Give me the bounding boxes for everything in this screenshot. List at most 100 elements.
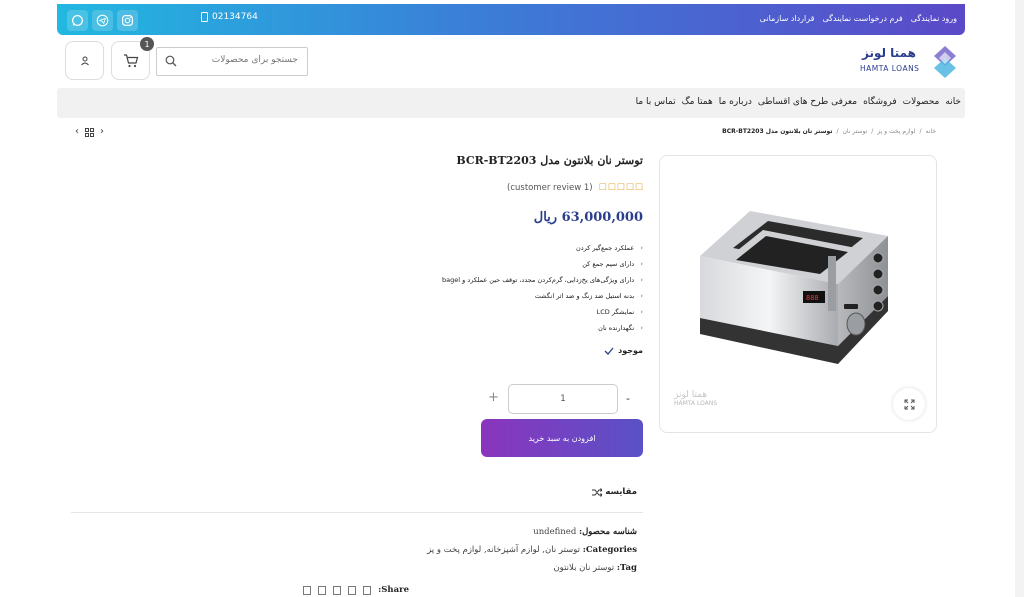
search-input[interactable]: جستجو برای محصولات bbox=[156, 47, 308, 76]
breadcrumb-home[interactable]: خانه bbox=[926, 128, 936, 135]
main-navigation: خانه محصولات فروشگاه معرفی طرح های اقساط… bbox=[57, 88, 965, 118]
product-price: 63,000,000 ریال bbox=[533, 210, 643, 225]
feature-text: نگهدارنده نان bbox=[598, 324, 635, 332]
chevron-left-icon[interactable]: ‹ bbox=[75, 126, 79, 137]
breadcrumb-current: توستر نان بلانتون مدل BCR-BT2203 bbox=[722, 128, 833, 135]
add-to-cart-button[interactable]: افزودن به سبد خرید bbox=[481, 419, 643, 457]
site-logo[interactable]: همتا لونز HAMTA LOANS bbox=[858, 44, 958, 80]
feature-text: عملکرد جمع‌گیر کردن bbox=[575, 244, 635, 252]
cart-button[interactable]: 1 bbox=[111, 37, 154, 80]
facebook-share-icon[interactable] bbox=[363, 585, 372, 595]
review-count-link[interactable]: (customer review 1) bbox=[507, 183, 593, 193]
feature-item: ‹ دارای سیم جمع کن bbox=[442, 256, 643, 272]
feature-item: ‹ نگهدارنده نان bbox=[442, 320, 643, 336]
feature-text: بدنه استیل ضد زنگ و ضد اثر انگشت bbox=[534, 292, 635, 300]
nav-item-shop[interactable]: فروشگاه bbox=[863, 97, 897, 107]
search-placeholder: جستجو برای محصولات bbox=[211, 55, 298, 65]
account-button[interactable] bbox=[65, 41, 104, 80]
feature-item: ‹ بدنه استیل ضد زنگ و ضد اثر انگشت bbox=[442, 288, 643, 304]
quantity-decrease-button[interactable]: - bbox=[626, 392, 630, 405]
nav-item-contact[interactable]: تماس با ما bbox=[636, 97, 676, 107]
feature-item: ‹ دارای ویژگی‌های یخ‌زدایی، گرم‌کردن مجدد… bbox=[442, 272, 643, 288]
breadcrumb-cooking[interactable]: لوازم پخت و پز bbox=[877, 128, 915, 135]
tag-value[interactable]: توستر نان بلانتون bbox=[553, 563, 614, 573]
breadcrumb: خانه / لوازم پخت و پز / توستر نان / توستر ن… bbox=[722, 128, 936, 135]
watermark-text: HAMTA LOANS bbox=[674, 400, 718, 407]
twitter-share-icon[interactable] bbox=[348, 585, 357, 595]
shuffle-icon bbox=[592, 487, 603, 497]
compare-button[interactable]: مقایسه bbox=[592, 487, 637, 497]
share-row: Share: bbox=[303, 585, 409, 595]
quantity-input[interactable]: 1 bbox=[508, 384, 618, 414]
agent-login-link[interactable]: ورود نمایندگی bbox=[911, 14, 957, 23]
sku-label: شناسه محصول: bbox=[578, 527, 637, 537]
search-icon[interactable] bbox=[165, 55, 177, 67]
tag-label: Tag: bbox=[616, 563, 637, 573]
divider bbox=[71, 512, 643, 513]
star-rating: ☐☐☐☐☐ bbox=[598, 183, 643, 193]
cart-icon bbox=[123, 53, 138, 67]
telegram-icon[interactable] bbox=[92, 10, 113, 31]
linkedin-share-icon[interactable] bbox=[318, 585, 327, 595]
top-bar: 02134764 ورود نمایندگی فرم درخواست نماین… bbox=[57, 4, 965, 35]
pinterest-share-icon[interactable] bbox=[333, 585, 342, 595]
chevron-icon: ‹ bbox=[640, 260, 643, 268]
stock-text: موجود bbox=[618, 346, 643, 355]
feature-text: نمایشگر LCD bbox=[596, 308, 635, 316]
chevron-icon: ‹ bbox=[640, 244, 643, 252]
logo-subtext: HAMTA LOANS bbox=[860, 64, 920, 73]
instagram-icon[interactable] bbox=[117, 10, 138, 31]
scrollbar[interactable] bbox=[1015, 0, 1024, 597]
chevron-right-icon[interactable]: › bbox=[100, 126, 104, 137]
phone-icon bbox=[201, 12, 208, 22]
feature-item: ‹ عملکرد جمع‌گیر کردن bbox=[442, 240, 643, 256]
phone-number[interactable]: 02134764 bbox=[201, 12, 258, 22]
sku-value: undefined bbox=[533, 527, 577, 537]
product-title: توستر نان بلانتون مدل BCR-BT2203 bbox=[456, 154, 643, 167]
svg-text:888: 888 bbox=[806, 294, 819, 302]
product-image[interactable]: 888 bbox=[688, 196, 918, 386]
categories-label: Categories: bbox=[582, 545, 637, 555]
nav-item-products[interactable]: محصولات bbox=[903, 97, 940, 107]
product-navigation: ‹ › bbox=[75, 126, 104, 137]
stock-status: موجود bbox=[604, 346, 643, 355]
phone-text: 02134764 bbox=[212, 12, 258, 22]
expand-icon bbox=[904, 399, 914, 409]
quantity-increase-button[interactable]: + bbox=[488, 390, 499, 405]
tag-row: Tag: توستر نان بلانتون bbox=[553, 563, 637, 573]
expand-image-button[interactable] bbox=[893, 388, 925, 420]
nav-item-about[interactable]: درباره ما bbox=[719, 97, 752, 107]
telegram-share-icon[interactable] bbox=[303, 585, 312, 595]
watermark-title: همتا لونز bbox=[674, 390, 708, 400]
breadcrumb-toaster[interactable]: توستر نان bbox=[843, 128, 868, 135]
star-icon: ☐ bbox=[634, 183, 643, 193]
user-icon bbox=[80, 56, 89, 65]
star-icon: ☐ bbox=[598, 183, 607, 193]
grid-icon[interactable] bbox=[85, 128, 94, 137]
star-icon: ☐ bbox=[616, 183, 625, 193]
product-rating: (customer review 1) ☐☐☐☐☐ bbox=[507, 183, 643, 193]
nav-item-home[interactable]: خانه bbox=[945, 97, 961, 107]
chevron-icon: ‹ bbox=[640, 308, 643, 316]
feature-text: دارای ویژگی‌های یخ‌زدایی، گرم‌کردن مجدد،… bbox=[442, 276, 635, 284]
whatsapp-icon[interactable] bbox=[67, 10, 88, 31]
chevron-icon: ‹ bbox=[640, 276, 643, 284]
top-links: ورود نمایندگی فرم درخواست نمایندگی قرارد… bbox=[760, 14, 957, 23]
agent-request-link[interactable]: فرم درخواست نمایندگی bbox=[823, 14, 903, 23]
categories-value[interactable]: توستر نان, لوازم آشپزخانه, لوازم پخت و پ… bbox=[427, 545, 580, 555]
star-icon: ☐ bbox=[607, 183, 616, 193]
logo-mark-icon bbox=[934, 46, 956, 78]
watermark-logo: همتا لونز HAMTA LOANS bbox=[674, 390, 717, 407]
nav-item-mag[interactable]: همتا مگ bbox=[682, 97, 713, 107]
sku-row: شناسه محصول: undefined bbox=[533, 527, 637, 537]
compare-label: مقایسه bbox=[605, 487, 637, 497]
nav-item-installment-plans[interactable]: معرفی طرح های اقساطی bbox=[758, 97, 857, 107]
corporate-contract-link[interactable]: قرارداد سازمانی bbox=[760, 14, 815, 23]
star-icon: ☐ bbox=[625, 183, 634, 193]
share-label: Share: bbox=[378, 585, 409, 595]
chevron-icon: ‹ bbox=[640, 324, 643, 332]
feature-item: ‹ نمایشگر LCD bbox=[442, 304, 643, 320]
feature-list: ‹ عملکرد جمع‌گیر کردن ‹ دارای سیم جمع کن ‹… bbox=[442, 240, 643, 336]
feature-text: دارای سیم جمع کن bbox=[582, 260, 635, 268]
cart-count-badge: 1 bbox=[140, 37, 154, 51]
